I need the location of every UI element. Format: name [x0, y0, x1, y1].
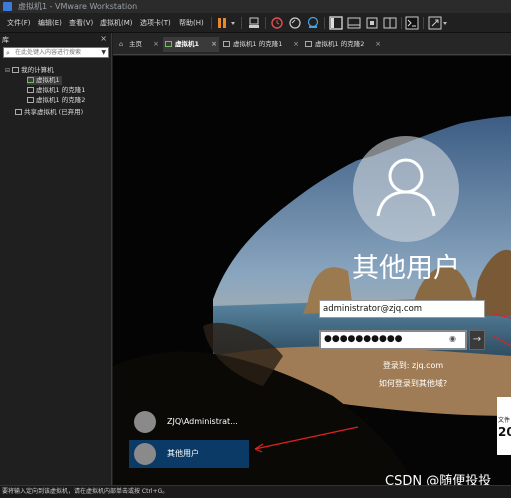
tab-bar: ⌂ 主页 × 虚拟机1 × 虚拟机1 的克隆1 × 虚拟机1 的克隆2 × [113, 33, 511, 55]
console-icon[interactable] [405, 16, 419, 30]
close-tab-icon[interactable]: × [375, 37, 381, 52]
user-avatar [353, 136, 459, 242]
menu-file[interactable]: 文件(F) [7, 13, 31, 33]
toolbar-separator [401, 17, 402, 29]
toolbar-separator [423, 17, 424, 29]
vmware-logo-icon [3, 2, 12, 11]
search-icon: ⌕ [6, 49, 10, 57]
close-tab-icon[interactable]: × [211, 37, 217, 52]
reveal-password-icon[interactable]: ◉ [449, 334, 456, 343]
user-icon [376, 158, 436, 217]
status-bar: 要将输入定向到该虚拟机，请在虚拟机内部单击或按 Ctrl+G。 [0, 485, 511, 498]
user-avatar-small [134, 443, 156, 465]
stretch-guest-icon[interactable] [428, 16, 450, 30]
title-bar: 虚拟机1 - VMware Workstation [0, 0, 511, 13]
menu-edit[interactable]: 编辑(E) [38, 13, 62, 33]
close-tab-icon[interactable]: × [293, 37, 299, 52]
menu-tabs[interactable]: 选项卡(T) [140, 13, 171, 33]
unity-icon[interactable] [383, 16, 397, 30]
account-input[interactable]: administrator@zjq.com [319, 300, 485, 318]
fullscreen-icon[interactable] [365, 16, 379, 30]
login-username: 其他用户 [352, 253, 460, 284]
library-title: 库 [2, 36, 9, 44]
snapshot-icon[interactable] [270, 16, 284, 30]
how-to-sign-in-link[interactable]: 如何登录到其他域? [328, 378, 498, 389]
revert-snapshot-icon[interactable] [288, 16, 302, 30]
menu-view[interactable]: 查看(V) [69, 13, 93, 33]
tab-vm-clone-1[interactable]: 虚拟机1 的克隆1 × [221, 37, 301, 52]
shared-vm-icon [15, 109, 22, 115]
home-icon: ⌂ [119, 40, 124, 48]
toolbar-separator [241, 17, 242, 29]
search-placeholder: 在此处键入内容进行搜索 [15, 49, 82, 56]
vm-running-icon [165, 41, 172, 47]
snapshot-manager-icon[interactable] [306, 16, 320, 30]
side-card: 文件 20 [497, 397, 511, 455]
submit-arrow-button[interactable]: → [469, 330, 485, 350]
tab-vm-clone-2[interactable]: 虚拟机1 的克隆2 × [303, 37, 383, 52]
vmware-window: 虚拟机1 - VMware Workstation 文件(F) 编辑(E) 查看… [0, 0, 511, 498]
side-card-number: 20 [498, 425, 511, 439]
tree-shared-vms[interactable]: 共享虚拟机 (已弃用) [15, 108, 83, 117]
tree-vm-clone-2[interactable]: 虚拟机1 的克隆2 [27, 96, 85, 105]
show-library-icon[interactable] [329, 16, 343, 30]
close-tab-icon[interactable]: × [153, 37, 159, 52]
user-tile-other-user[interactable]: 其他用户 [129, 440, 249, 468]
window-title: 虚拟机1 - VMware Workstation [18, 2, 138, 11]
side-card-label: 文件 [498, 417, 511, 424]
guest-display[interactable]: 其他用户 administrator@zjq.com ●●●●●●●●●● ◉ … [113, 56, 511, 485]
password-input[interactable]: ●●●●●●●●●● [319, 330, 467, 350]
vm-icon [27, 97, 34, 103]
thumbnail-icon[interactable] [347, 16, 361, 30]
user-tile-administrator[interactable]: ZJQ\Administrat... [129, 408, 249, 436]
tree-vm-1[interactable]: 虚拟机1 [27, 76, 62, 85]
send-ctrl-alt-del-icon[interactable] [247, 16, 261, 30]
vm-icon [305, 41, 312, 47]
chevron-down-icon[interactable]: ▼ [101, 48, 106, 57]
toolbar-separator [265, 17, 266, 29]
menu-bar: 文件(F) 编辑(E) 查看(V) 虚拟机(M) 选项卡(T) 帮助(H) [0, 13, 511, 33]
sign-in-domain-text: 登录到: zjq.com [382, 361, 444, 370]
tab-home[interactable]: ⌂ 主页 × [117, 37, 161, 52]
menu-help[interactable]: 帮助(H) [179, 13, 204, 33]
collapse-icon[interactable]: ⊟ [5, 67, 10, 74]
pause-icon[interactable] [216, 16, 238, 30]
library-search-input[interactable]: ⌕ 在此处键入内容进行搜索 ▼ [3, 47, 109, 58]
vm-running-icon [27, 77, 34, 83]
vm-icon [223, 41, 230, 47]
tree-vm-clone-1[interactable]: 虚拟机1 的克隆1 [27, 86, 85, 95]
library-panel: 库 × ⌕ 在此处键入内容进行搜索 ▼ ⊟ 我的计算机 虚拟机1 虚拟机1 的克… [0, 33, 112, 485]
menu-vm[interactable]: 虚拟机(M) [100, 13, 133, 33]
toolbar-separator [211, 17, 212, 29]
tree-my-computer[interactable]: ⊟ 我的计算机 [5, 66, 54, 75]
toolbar-separator [324, 17, 325, 29]
computer-icon [12, 67, 20, 73]
tab-vm-1[interactable]: 虚拟机1 × [163, 37, 219, 52]
vm-icon [27, 87, 34, 93]
user-avatar-small [134, 411, 156, 433]
close-library-icon[interactable]: × [100, 34, 107, 43]
